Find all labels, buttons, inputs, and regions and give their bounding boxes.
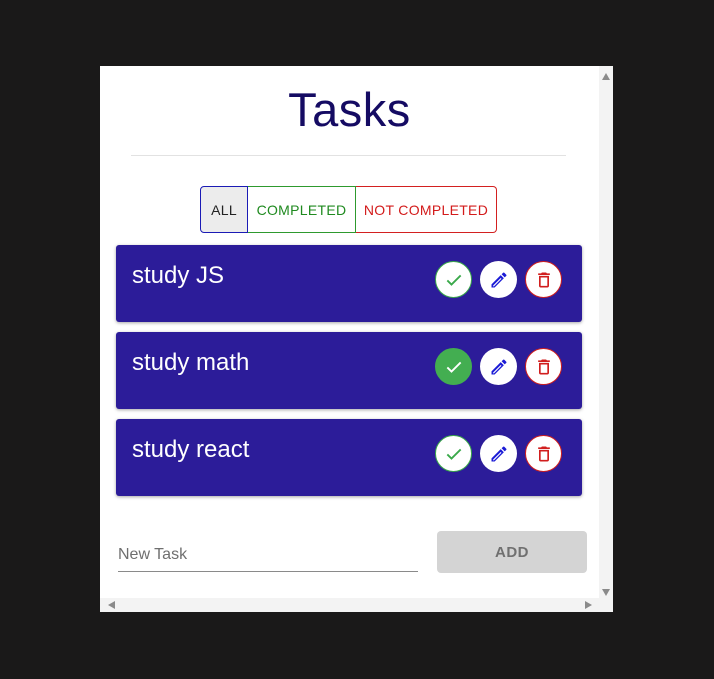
new-task-input[interactable] [118,538,418,572]
title-divider [131,155,566,156]
complete-button[interactable] [435,435,472,472]
task-item: study JS [116,245,582,322]
delete-button[interactable] [525,261,562,298]
trash-icon [537,272,550,287]
pencil-icon [491,271,507,287]
trash-icon [537,359,550,374]
task-item: study math [116,332,582,409]
page-title: Tasks [288,83,411,136]
horizontal-scrollbar[interactable] [100,598,599,612]
trash-icon [537,446,550,461]
edit-button[interactable] [480,348,517,385]
task-label: study JS [132,262,225,289]
edit-button[interactable] [480,435,517,472]
add-button[interactable]: ADD [437,531,587,573]
scroll-up-arrow-icon[interactable] [602,73,610,80]
task-label: study math [132,349,250,376]
scroll-left-arrow-icon[interactable] [108,601,115,609]
edit-button[interactable] [480,261,517,298]
scrollbar-corner [599,598,613,612]
task-item: study react [116,419,582,496]
filter-not-completed-button[interactable]: NOT COMPLETED [356,186,497,233]
delete-button[interactable] [525,348,562,385]
pencil-icon [491,445,507,461]
filter-group: ALL COMPLETED NOT COMPLETED [200,186,497,233]
scroll-down-arrow-icon[interactable] [602,589,610,596]
check-icon [446,361,461,373]
complete-button[interactable] [435,348,472,385]
task-label: study react [132,436,250,463]
pencil-icon [491,358,507,374]
complete-button[interactable] [435,261,472,298]
check-icon [446,448,461,460]
vertical-scrollbar[interactable] [599,66,613,598]
check-icon [446,274,461,286]
delete-button[interactable] [525,435,562,472]
filter-completed-button[interactable]: COMPLETED [248,186,356,233]
scroll-right-arrow-icon[interactable] [585,601,592,609]
filter-all-button[interactable]: ALL [200,186,248,233]
tasks-panel: Tasks ALL COMPLETED NOT COMPLETED study … [100,66,613,612]
